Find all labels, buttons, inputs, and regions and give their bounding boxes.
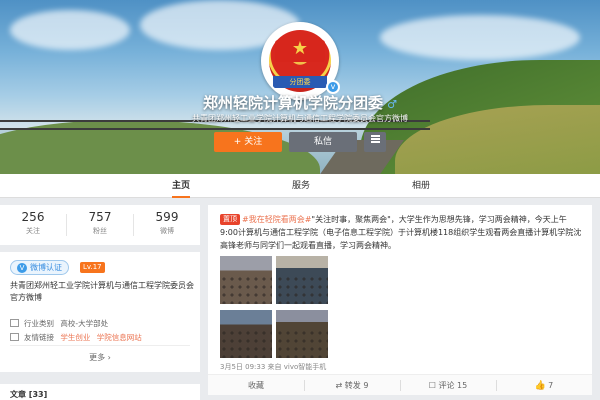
post-text: 置顶 #我在轻院看两会#"关注时事，聚焦两会"，大学生作为思想先锋，学习两会精神，… — [220, 213, 582, 252]
more-info-link[interactable]: 更多 › — [0, 352, 200, 363]
level-badge[interactable]: Lv.17 — [80, 262, 105, 273]
post-image[interactable] — [276, 310, 328, 358]
cloud — [380, 15, 580, 60]
tab-services[interactable]: 服务 — [292, 174, 310, 198]
stat-posts[interactable]: 599 微博 — [134, 210, 200, 236]
link-college-website[interactable]: 学院信息网站 — [97, 333, 142, 342]
stat-followers[interactable]: 757 粉丝 — [67, 210, 133, 236]
more-menu-button[interactable] — [364, 132, 386, 152]
post-image[interactable] — [220, 310, 272, 358]
repost-count: 转发 9 — [344, 381, 369, 390]
stat-label: 微博 — [160, 227, 174, 235]
profile-nav: 主页 服务 相册 — [0, 174, 600, 198]
repost-icon: ⇄ — [335, 381, 345, 390]
stat-number: 757 — [88, 210, 112, 224]
menu-icon — [370, 134, 380, 145]
stat-label: 关注 — [26, 227, 40, 235]
stat-label: 粉丝 — [93, 227, 107, 235]
industry-label: 行业类别 — [24, 319, 54, 328]
post-actions-bar: 收藏 ⇄ 转发 9 ☐ 评论 15 👍 7 — [208, 374, 592, 395]
links-label: 友情链接 — [24, 333, 54, 342]
like-count: 7 — [548, 381, 554, 390]
avatar-ribbon: 分团委 — [273, 76, 327, 88]
link-student-startup[interactable]: 学生创业 — [60, 333, 90, 342]
link-icon — [10, 333, 19, 341]
stat-number: 256 — [21, 210, 45, 224]
tab-album[interactable]: 相册 — [412, 174, 430, 198]
articles-title[interactable]: 文章 [33] — [10, 389, 47, 400]
follow-button[interactable]: + 关注 — [214, 132, 282, 152]
male-gender-icon: ♂ — [387, 98, 397, 111]
profile-name-row: 郑州轻院计算机学院分团委 ♂ — [0, 92, 600, 113]
like-button[interactable]: 👍 7 — [496, 375, 592, 396]
stats-card: 256 关注 757 粉丝 599 微博 — [0, 205, 200, 245]
stat-number: 599 — [155, 210, 179, 224]
comment-count: 评论 15 — [438, 381, 468, 390]
divider — [10, 345, 190, 346]
pinned-tag: 置顶 — [220, 214, 240, 225]
repost-button[interactable]: ⇄ 转发 9 — [304, 375, 400, 396]
articles-card: 文章 [33] — [0, 384, 200, 400]
tab-home[interactable]: 主页 — [172, 174, 191, 198]
favorite-button[interactable]: 收藏 — [208, 375, 304, 396]
post-image[interactable] — [276, 256, 328, 304]
profile-info-card: V 微博认证 Lv.17 共青团郑州轻工业学院计算机与通信工程学院委员会官方微博 … — [0, 252, 200, 372]
stat-following[interactable]: 256 关注 — [0, 210, 66, 236]
feed-post: 置顶 #我在轻院看两会#"关注时事，聚焦两会"，大学生作为思想先锋，学习两会精神，… — [208, 205, 592, 395]
weibo-verified-tag[interactable]: V 微博认证 — [10, 260, 69, 275]
briefcase-icon — [10, 319, 19, 327]
post-topic-link[interactable]: #我在轻院看两会# — [242, 215, 311, 224]
more-label: 更多 — [89, 353, 106, 362]
profile-cover: ★ 分团委 v 郑州轻院计算机学院分团委 ♂ 共青团郑州轻工业学院计算机与通信工程… — [0, 0, 600, 174]
thumbs-up-icon: 👍 — [534, 381, 547, 391]
post-image[interactable] — [220, 256, 272, 304]
industry-row: 行业类别 高校-大学部处 — [10, 318, 108, 330]
verification-description: 共青团郑州轻工业学院计算机与通信工程学院委员会官方微博 — [10, 281, 194, 302]
cloud — [10, 10, 130, 50]
post-image-grid — [220, 256, 330, 358]
comment-button[interactable]: ☐ 评论 15 — [400, 375, 496, 396]
verified-icon: V — [17, 263, 27, 273]
star-icon: ★ — [291, 38, 309, 59]
industry-value: 高校-大学部处 — [60, 319, 109, 328]
verify-label: 微博认证 — [30, 263, 62, 272]
profile-name: 郑州轻院计算机学院分团委 — [203, 94, 384, 112]
profile-description: 共青团郑州轻工业学院计算机与通信工程学院委员会官方微博 — [192, 114, 408, 123]
chevron-right-icon: › — [107, 353, 111, 362]
post-meta: 3月5日 09:33 来自 vivo智能手机 — [220, 363, 327, 371]
message-button[interactable]: 私信 — [289, 132, 357, 152]
links-row: 友情链接 学生创业 学院信息网站 — [10, 332, 142, 344]
